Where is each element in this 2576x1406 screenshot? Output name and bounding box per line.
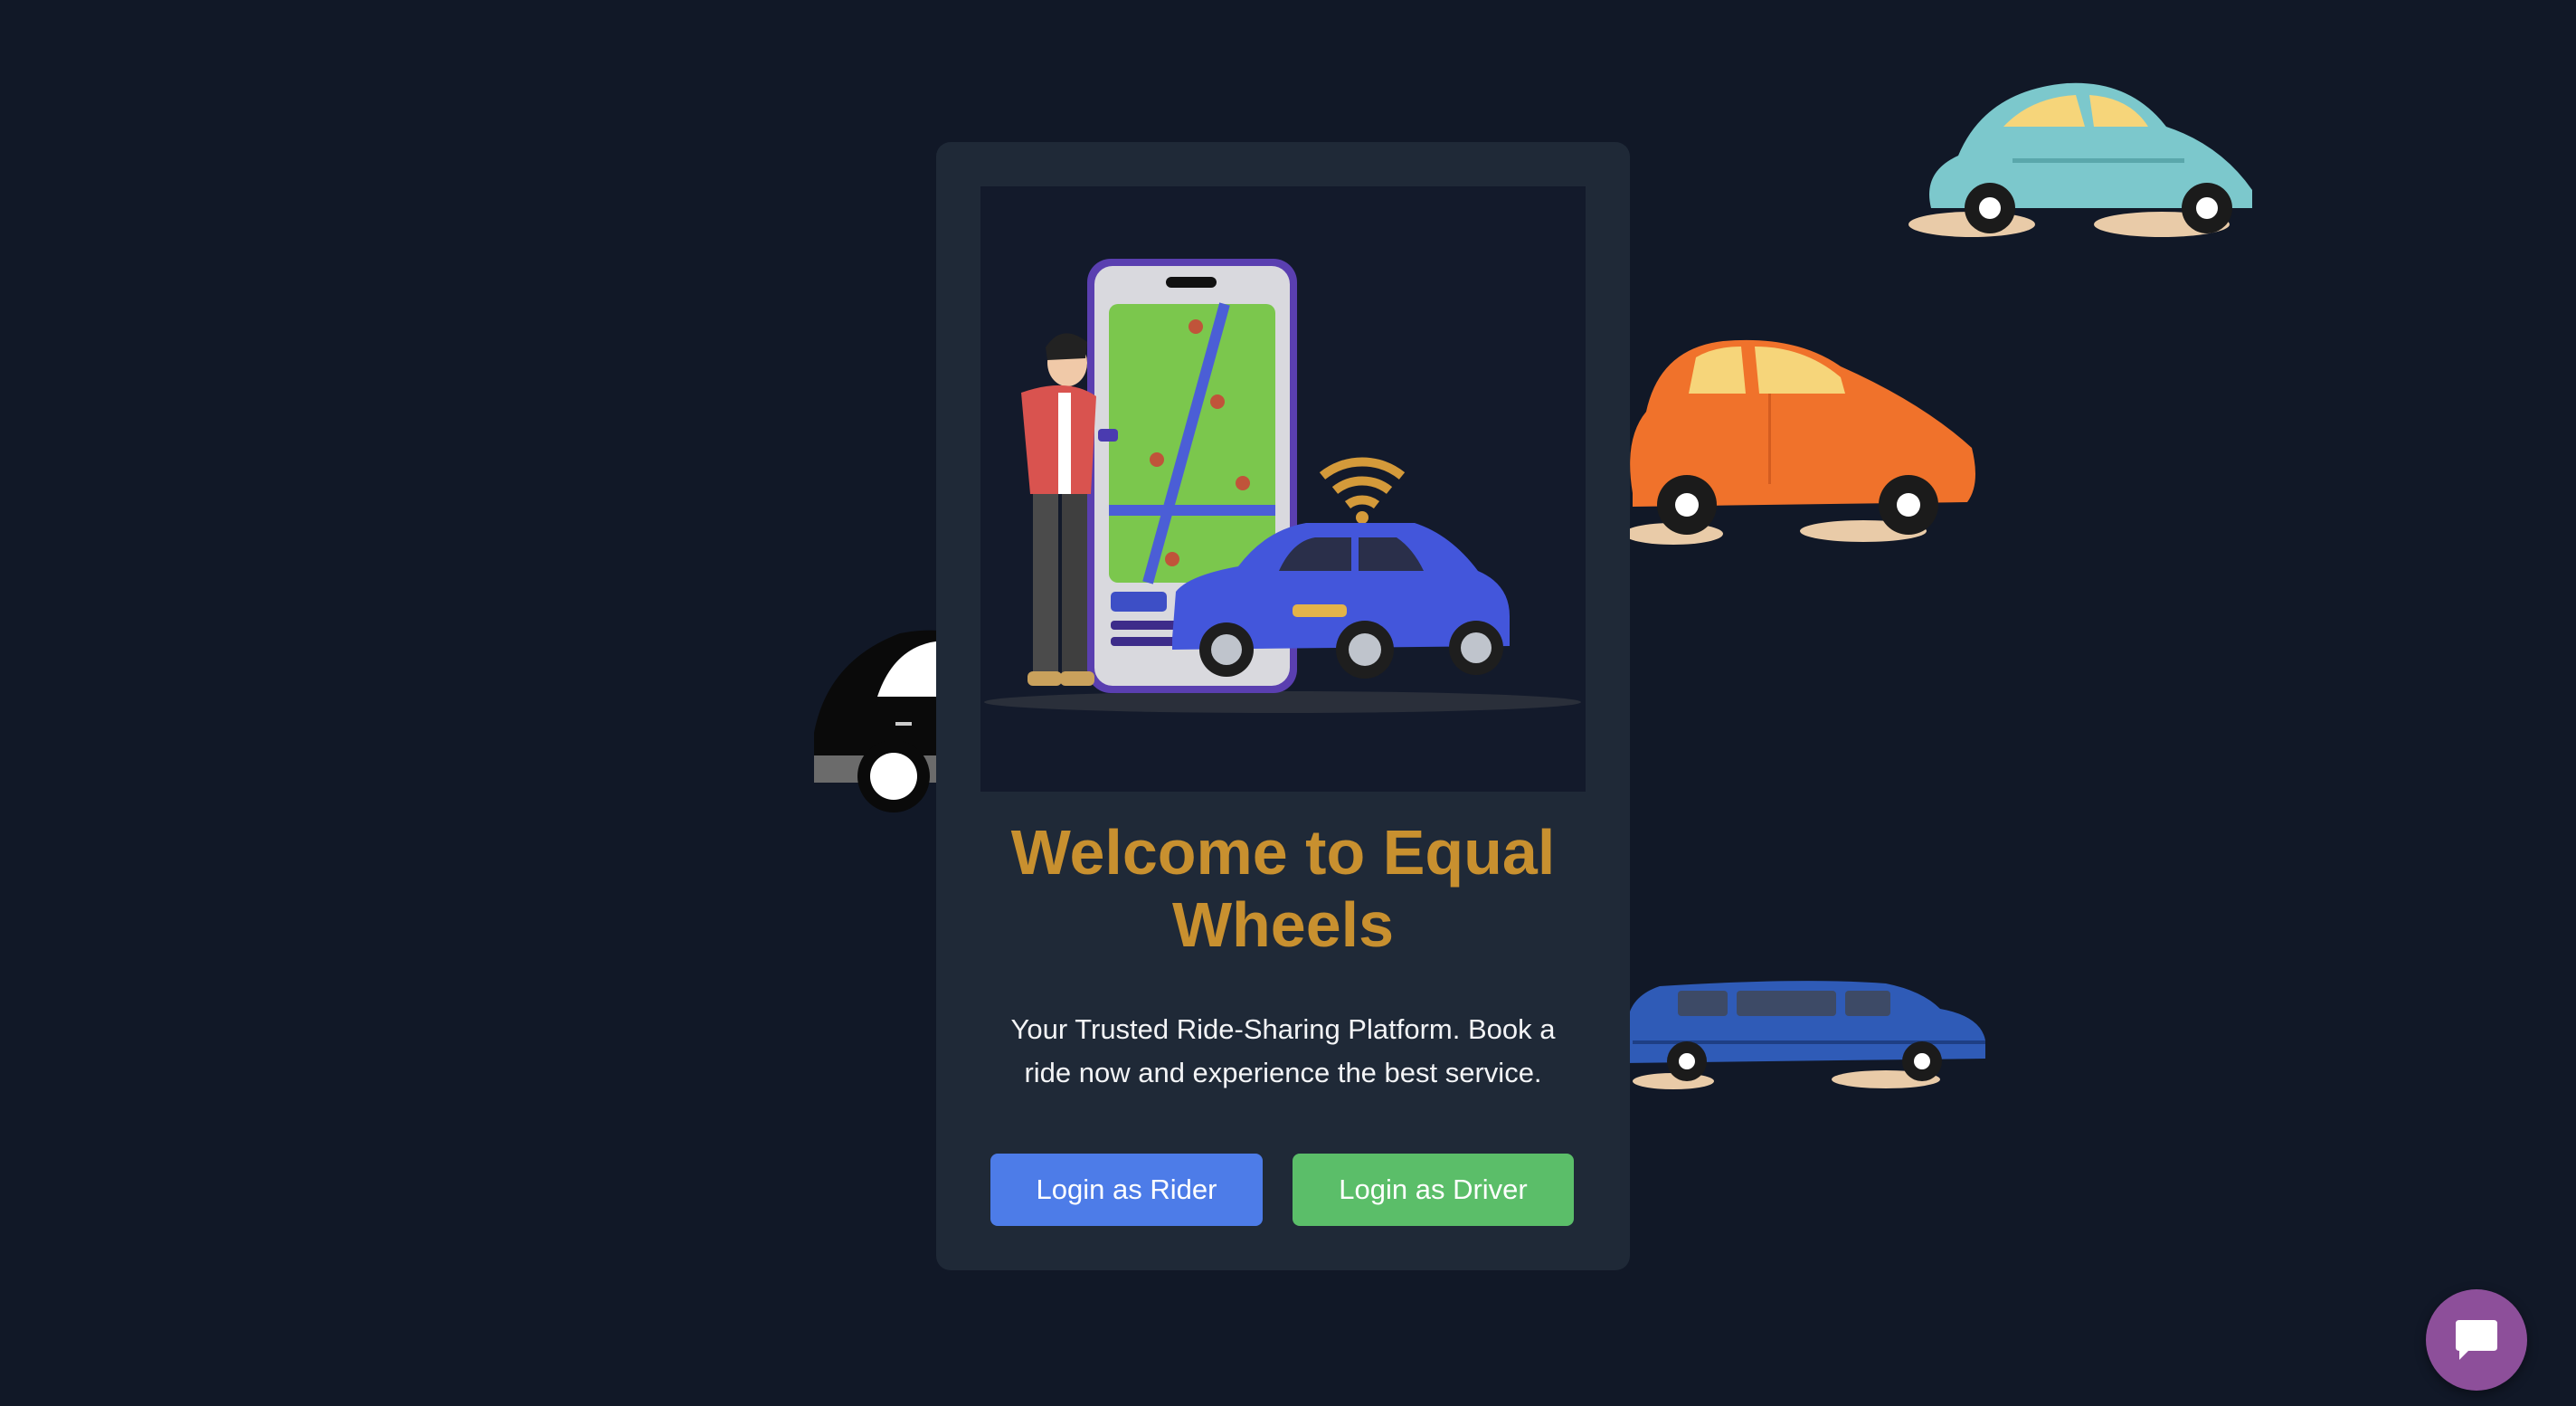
page-title: Welcome to Equal Wheels (1010, 817, 1556, 960)
chat-bubble-icon (2456, 1320, 2497, 1360)
login-as-rider-button[interactable]: Login as Rider (990, 1154, 1263, 1226)
chat-button[interactable] (2426, 1289, 2527, 1391)
blue-limousine-car-illustration (1624, 981, 1985, 1089)
ride-booking-illustration (980, 186, 1586, 792)
orange-hatchback-car-illustration (1624, 339, 1975, 545)
page-subtitle: Your Trusted Ride-Sharing Platform. Book… (1010, 1013, 1556, 1088)
teal-beetle-car-illustration (1908, 82, 2252, 237)
login-as-driver-button[interactable]: Login as Driver (1293, 1154, 1574, 1226)
hero-illustration (980, 186, 1586, 792)
welcome-card: Welcome to Equal Wheels Your Trusted Rid… (936, 142, 1630, 1270)
